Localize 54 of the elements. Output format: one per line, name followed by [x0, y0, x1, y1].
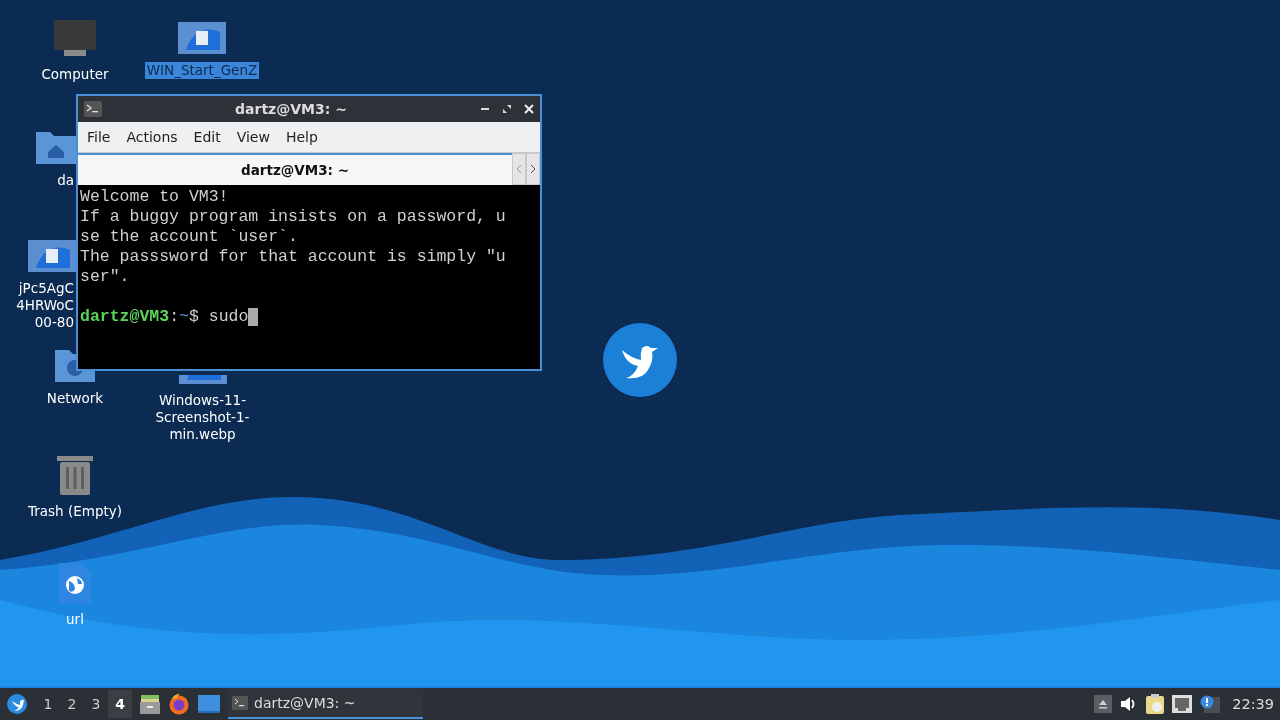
trash-icon[interactable]: [57, 453, 93, 495]
icon-label: da: [56, 172, 75, 189]
eject-icon[interactable]: [1094, 695, 1113, 713]
menu-item[interactable]: Actions: [121, 127, 183, 147]
chevron-left-icon: [516, 164, 522, 174]
terminal-icon: [232, 696, 248, 710]
prompt-symbol: $: [188, 307, 199, 327]
taskbar-window-button[interactable]: dartz@VM3: ~: [228, 689, 423, 719]
network-icon[interactable]: [1172, 695, 1193, 713]
clock[interactable]: 22:39: [1232, 696, 1274, 712]
icon-label: 4HRWoC: [15, 297, 75, 314]
icon-label: 00-80: [33, 314, 75, 331]
image-file-icon[interactable]: [178, 22, 226, 54]
icon-label: Network: [45, 390, 105, 407]
maximize-icon[interactable]: [502, 104, 512, 114]
terminal-icon: [84, 101, 102, 117]
clipboard-icon[interactable]: [1146, 694, 1165, 714]
menu-item[interactable]: File: [82, 127, 116, 147]
monitor-icon[interactable]: [54, 20, 96, 58]
bird-logo-icon: [602, 322, 678, 398]
workspace-button[interactable]: 3: [84, 690, 108, 718]
terminal-line: Welcome to VM3!: [80, 187, 230, 207]
icon-label: Screenshot-1-: [154, 409, 251, 426]
menu-item[interactable]: Help: [280, 127, 323, 147]
menu-item[interactable]: Edit: [188, 127, 226, 147]
globe-file-icon[interactable]: [59, 563, 91, 603]
file-cabinet-icon[interactable]: [140, 694, 160, 714]
icon-label: Computer: [40, 66, 110, 83]
terminal-line: se the account `user`.: [80, 227, 299, 247]
close-icon[interactable]: [524, 104, 534, 114]
image-file-icon[interactable]: [28, 240, 76, 272]
terminal-line: If a buggy program insists on a password, u: [80, 207, 507, 227]
notification-icon[interactable]: [1200, 695, 1221, 713]
terminal-tab[interactable]: dartz@VM3: ~: [78, 153, 512, 185]
icon-label: WIN_Start_GenZ: [144, 62, 260, 79]
start-menu-icon[interactable]: [6, 693, 28, 715]
browser-icon[interactable]: [168, 693, 190, 715]
icon-label: min.webp: [168, 426, 237, 443]
prompt-path: ~: [179, 307, 189, 327]
terminal-line: ser".: [80, 267, 131, 287]
prompt-separator: :: [169, 307, 180, 327]
window-title: dartz@VM3: ~: [234, 101, 348, 117]
icon-label: Windows-11-: [157, 392, 248, 409]
workspace-button[interactable]: 2: [60, 690, 84, 718]
icon-label: url: [65, 611, 85, 628]
prompt-user-host: dartz@VM3: [80, 307, 170, 327]
menu-item[interactable]: View: [231, 127, 275, 147]
terminal-line: The passsword for that account is simply "u: [80, 247, 507, 267]
icon-label: Trash (Empty): [26, 503, 123, 520]
command-text: sudo: [208, 307, 249, 327]
workspace-button[interactable]: 1: [36, 690, 60, 718]
workspace-button[interactable]: 4: [108, 690, 132, 718]
icon-label: jPc5AgC: [17, 280, 75, 297]
chevron-right-icon: [530, 164, 536, 174]
